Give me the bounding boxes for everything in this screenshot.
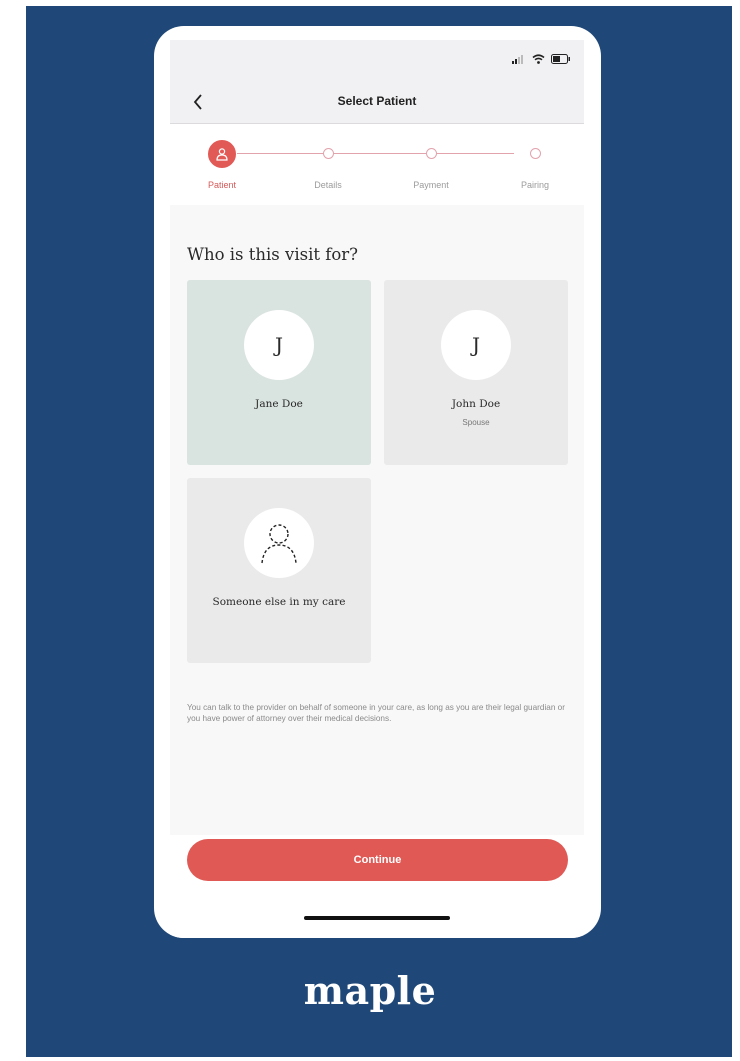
step-details-dot	[323, 148, 334, 159]
someone-else-label: Someone else in my care	[212, 596, 346, 608]
person-icon	[216, 148, 228, 161]
home-indicator	[304, 916, 450, 920]
guardian-note: You can talk to the provider on behalf o…	[187, 703, 565, 723]
battery-icon	[551, 54, 570, 64]
avatar	[244, 508, 314, 578]
stepper-track	[237, 153, 514, 154]
main-content: Who is this visit for? J Jane Doe J John…	[170, 205, 584, 835]
status-icons	[512, 54, 571, 64]
step-pairing-dot	[530, 148, 541, 159]
patient-name: Jane Doe	[255, 398, 303, 410]
cellular-signal-icon	[512, 54, 523, 64]
patient-card-jane-doe[interactable]: J Jane Doe	[187, 280, 371, 465]
step-payment-dot	[426, 148, 437, 159]
continue-button[interactable]: Continue	[187, 839, 568, 881]
avatar: J	[244, 310, 314, 380]
step-patient-label: Patient	[207, 180, 237, 190]
wifi-icon	[532, 54, 545, 64]
someone-else-card[interactable]: Someone else in my care	[187, 478, 371, 663]
progress-stepper: Patient Details Payment Pairing	[170, 125, 584, 205]
page-title: Select Patient	[337, 94, 417, 108]
person-dashed-icon	[261, 524, 297, 564]
step-payment-label: Payment	[413, 180, 449, 190]
patient-name: John Doe	[451, 398, 501, 410]
footer: Continue	[170, 835, 584, 938]
maple-logo: maple	[303, 968, 437, 1013]
navigation-bar: Select Patient	[170, 80, 584, 124]
section-heading: Who is this visit for?	[187, 245, 358, 264]
avatar: J	[441, 310, 511, 380]
step-pairing-label: Pairing	[520, 180, 549, 190]
step-patient-dot	[208, 140, 236, 168]
patient-relation: Spouse	[462, 418, 490, 427]
patient-card-john-doe[interactable]: J John Doe Spouse	[384, 280, 568, 465]
phone-screen: Select Patient Patient Details Payment P…	[154, 26, 601, 938]
step-details-label: Details	[314, 180, 342, 190]
